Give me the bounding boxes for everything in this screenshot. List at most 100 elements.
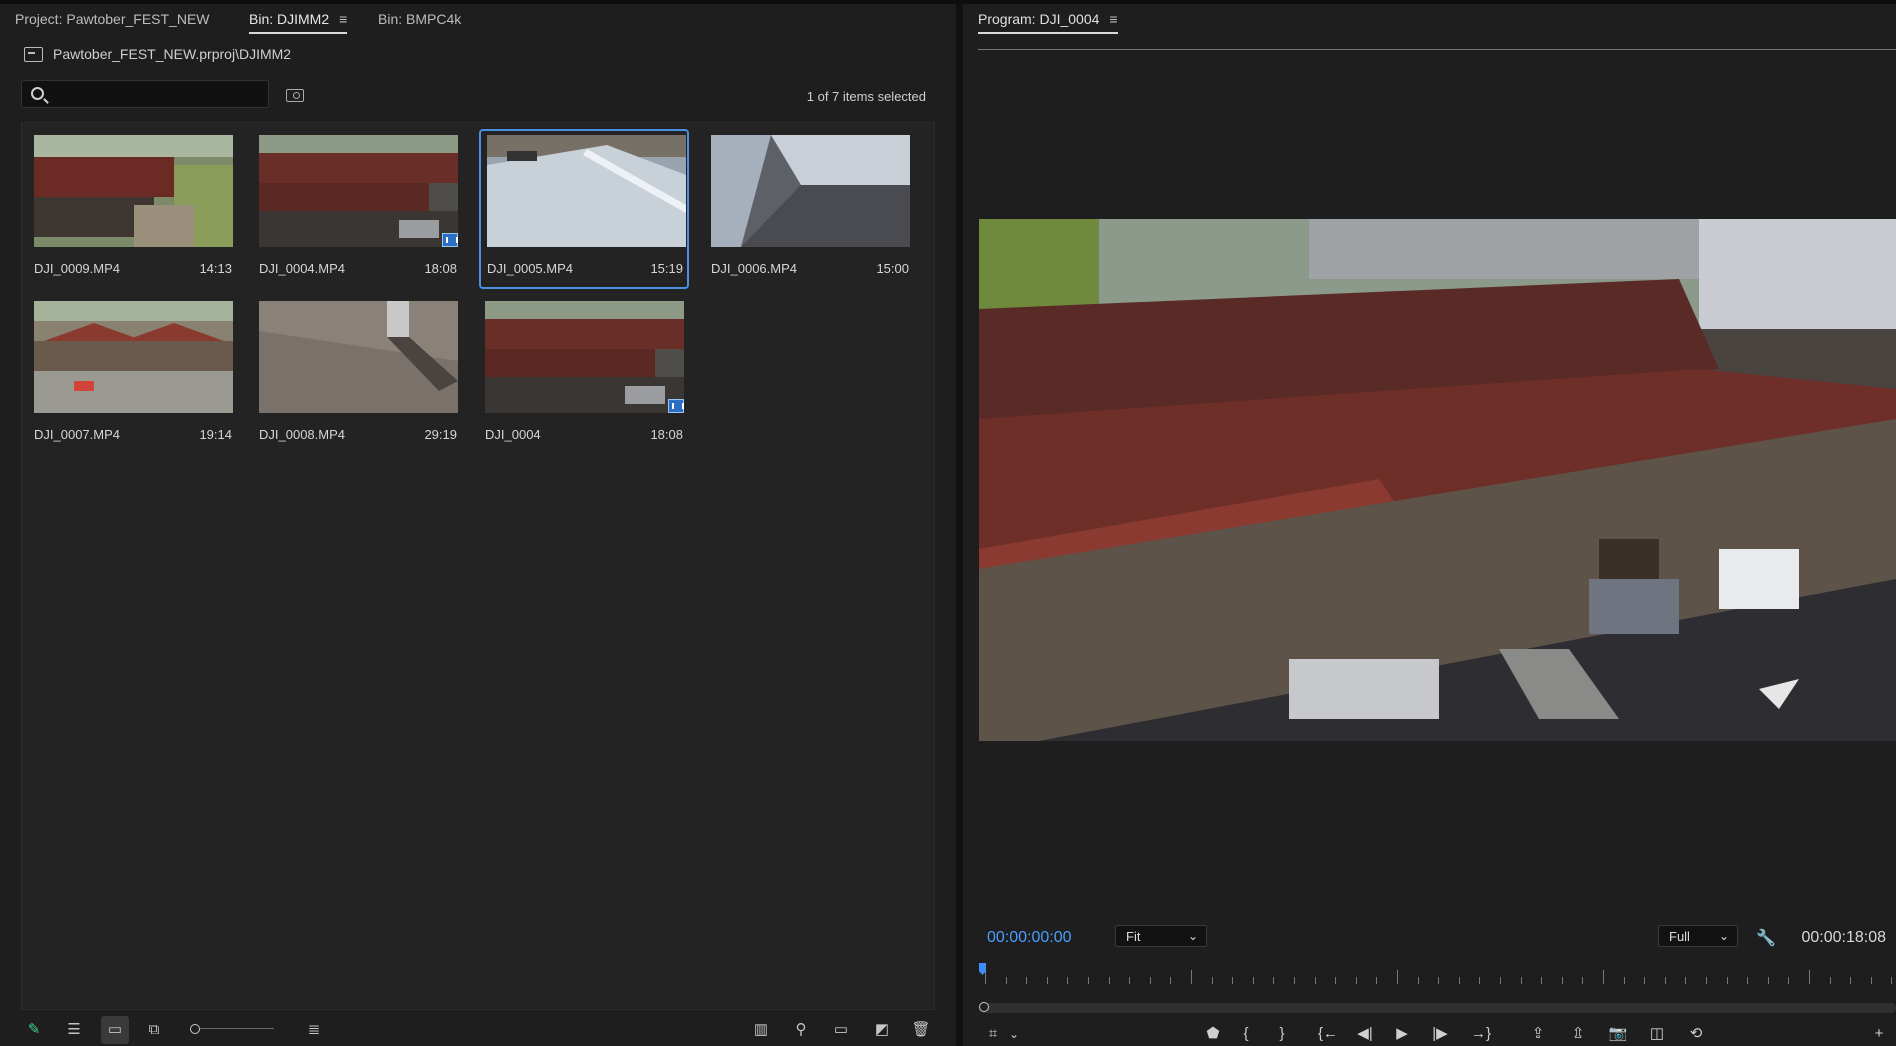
panel-divider[interactable] [956,4,963,1046]
mark-in-icon[interactable]: { [1238,1026,1254,1042]
zoom-scroll-handle[interactable] [979,1002,989,1012]
clip-thumbnail [259,301,458,413]
search-box[interactable] [21,80,269,108]
clear-trash-icon[interactable]: 🗑 [911,1022,931,1038]
ruler-tick [1603,970,1604,984]
icon-view-icon[interactable]: ▭ [101,1016,129,1044]
ruler-tick [1335,977,1337,984]
ruler-tick [1541,977,1543,984]
navigate-up-folder-icon[interactable] [24,46,43,62]
sort-icons-icon[interactable]: ≣ [304,1022,324,1038]
add-button-icon[interactable]: + [1869,1026,1889,1042]
zoom-level-value: Fit [1126,929,1141,944]
project-panel-toolbar: ✎ ☰ ▭ ⧉ ≣ ▥ ⚲ ▭ ◩ 🗑 [0,1012,956,1046]
zoom-slider-knob[interactable] [190,1024,200,1034]
clip-duration: 19:14 [199,427,232,442]
go-to-in-icon[interactable]: {← [1315,1026,1341,1042]
lift-icon[interactable]: ⇪ [1527,1026,1549,1042]
panel-tabs: Project: Pawtober_FEST_NEW Bin: DJIMM2 ≡ … [0,4,956,40]
ruler-tick [1005,977,1007,984]
program-monitor-panel: Program: DJI_0004 ≡ 00:00:00:00 Fit ⌄ Ful… [963,4,1896,1046]
tab-bin-bmpc4k[interactable]: Bin: BMPC4k [378,11,461,27]
freeform-view-icon[interactable]: ⧉ [144,1022,164,1038]
ruler-tick [1397,970,1398,984]
clip-item[interactable]: DJI_0004.MP4 18:08 [247,123,458,283]
ruler-tick [1273,977,1275,984]
new-item-icon[interactable]: ◩ [872,1022,892,1038]
clip-thumbnail [711,135,910,247]
ruler-tick [1644,977,1646,984]
clip-item[interactable]: DJI_0006.MP4 15:00 [699,123,910,283]
play-icon[interactable]: ▶ [1392,1026,1412,1042]
clip-item[interactable]: DJI_0009.MP4 14:13 [22,123,233,283]
ruler-tick [1788,977,1790,984]
ruler-tick [1582,977,1584,984]
playhead-timecode[interactable]: 00:00:00:00 [987,929,1072,947]
search-input[interactable] [56,83,265,107]
clip-name: DJI_0004 [485,427,541,442]
search-icon [31,87,44,100]
ruler-tick [1850,977,1852,984]
zoom-slider-track[interactable] [200,1028,274,1029]
extract-icon[interactable]: ⇫ [1567,1026,1589,1042]
safe-margins-icon[interactable]: ⌗ [982,1026,1004,1042]
chevron-down-icon: ⌄ [1187,929,1198,943]
clip-item[interactable]: DJI_0004 18:08 [473,289,684,449]
panel-menu-icon[interactable]: ≡ [339,11,347,27]
ruler-tick [1314,977,1316,984]
clip-name: DJI_0004.MP4 [259,261,345,276]
ruler-tick [1232,977,1234,984]
create-search-bin-icon[interactable] [286,89,304,102]
ruler-tick [1829,977,1831,984]
find-icon[interactable]: ⚲ [791,1022,811,1038]
ruler-tick [1417,977,1419,984]
ruler-tick [1088,977,1089,984]
panel-menu-icon[interactable]: ≡ [1109,11,1117,27]
ruler-tick [1726,977,1728,984]
zoom-scroll-bar[interactable] [979,1002,1896,1013]
ruler-tick [1191,970,1192,984]
ruler-tick [1149,977,1151,984]
ruler-tick [1561,977,1563,984]
comparison-view-icon[interactable]: ◫ [1646,1026,1668,1042]
ruler-tick [1252,977,1254,984]
clip-item[interactable]: DJI_0008.MP4 29:19 [247,289,458,449]
project-panel: Project: Pawtober_FEST_NEW Bin: DJIMM2 ≡ … [0,4,956,1046]
write-protect-icon[interactable]: ✎ [24,1022,44,1038]
playback-resolution-select[interactable]: Full ⌄ [1658,925,1738,947]
ruler-tick [1211,977,1213,984]
step-back-icon[interactable]: ◀| [1354,1026,1376,1042]
vr-video-icon[interactable]: ⟲ [1685,1026,1707,1042]
program-monitor-tab[interactable]: Program: DJI_0004 ≡ [978,11,1118,34]
clip-name: DJI_0009.MP4 [34,261,120,276]
breadcrumb: Pawtober_FEST_NEW.prproj\DJIMM2 [24,46,291,62]
clip-item[interactable]: DJI_0007.MP4 19:14 [22,289,233,449]
multicam-badge-icon [668,399,684,413]
ruler-tick [1870,977,1872,984]
clip-name: DJI_0006.MP4 [711,261,797,276]
clip-item-selected[interactable]: DJI_0005.MP4 15:19 [479,129,689,289]
automate-to-sequence-icon[interactable]: ▥ [751,1022,771,1038]
clip-name: DJI_0008.MP4 [259,427,345,442]
tab-project[interactable]: Project: Pawtober_FEST_NEW [15,11,210,27]
zoom-level-select[interactable]: Fit ⌄ [1115,925,1207,947]
time-ruler[interactable] [979,964,1896,984]
list-view-icon[interactable]: ☰ [64,1022,84,1038]
new-bin-icon[interactable]: ▭ [831,1022,851,1038]
clip-duration: 15:00 [876,261,909,276]
clip-duration: 18:08 [424,261,457,276]
ruler-tick [1809,970,1810,984]
add-marker-icon[interactable]: ⬟ [1203,1026,1223,1042]
mark-out-icon[interactable]: } [1274,1026,1290,1042]
chevron-down-icon[interactable]: ⌄ [1007,1026,1021,1042]
export-frame-icon[interactable]: 📷 [1607,1026,1629,1042]
bin-path: Pawtober_FEST_NEW.prproj\DJIMM2 [53,46,292,62]
duration-timecode: 00:00:18:08 [1801,929,1886,946]
step-forward-icon[interactable]: |▶ [1429,1026,1451,1042]
clip-duration: 15:19 [650,261,683,276]
settings-wrench-icon[interactable]: 🔧 [1756,928,1776,948]
ruler-tick [1767,977,1769,984]
ruler-tick [1108,977,1110,984]
tab-bin-djimm2[interactable]: Bin: DJIMM2 ≡ [249,11,348,34]
go-to-out-icon[interactable]: →} [1468,1026,1494,1042]
